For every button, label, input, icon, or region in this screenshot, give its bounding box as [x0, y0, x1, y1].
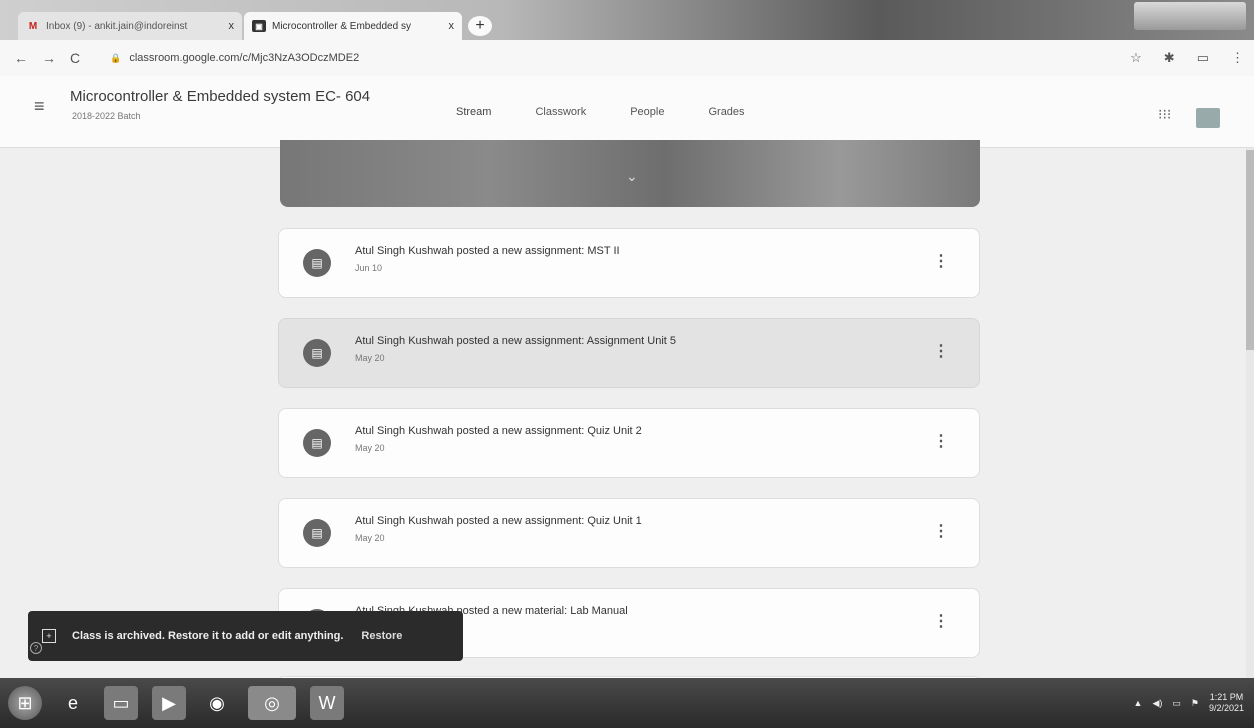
assignment-icon: ▤: [303, 429, 331, 457]
classroom-header: ≡ Microcontroller & Embedded system EC- …: [0, 76, 1254, 148]
tab-people[interactable]: People: [612, 76, 682, 148]
assignment-icon: ▤: [303, 249, 331, 277]
more-options-icon[interactable]: ⋮: [933, 251, 949, 271]
more-vert-icon[interactable]: ⋮: [1231, 50, 1244, 66]
internet-explorer-icon[interactable]: e: [56, 686, 90, 720]
stream-item-text: Atul Singh Kushwah posted a new assignme…: [355, 425, 642, 437]
assignment-icon: ▤: [303, 339, 331, 367]
restore-button[interactable]: Restore: [361, 630, 402, 642]
show-hidden-icons-icon[interactable]: ▲: [1134, 698, 1143, 708]
stream-item-date: May 20: [355, 443, 385, 453]
word-icon[interactable]: W: [310, 686, 344, 720]
system-tray: ▲ ◀) ▭ ⚑ 1:21 PM 9/2/2021: [1134, 692, 1244, 714]
stream-item-text: Atul Singh Kushwah posted a new assignme…: [355, 335, 677, 347]
tab-title: Inbox (9) - ankit.jain@indoreinst: [46, 20, 188, 32]
browser-tab-classroom[interactable]: ▣ Microcontroller & Embedded sy x: [244, 12, 462, 40]
cast-icon[interactable]: ▭: [1197, 50, 1209, 66]
clock[interactable]: 1:21 PM 9/2/2021: [1209, 692, 1244, 714]
flag-icon[interactable]: ⚑: [1191, 698, 1199, 709]
start-button[interactable]: ⊞: [8, 686, 42, 720]
stream-item[interactable]: ▤ Atul Singh Kushwah posted a new assign…: [278, 498, 980, 568]
stream-item-date: Jun 10: [355, 263, 383, 273]
url-field[interactable]: 🔒 classroom.google.com/c/Mjc3NzA3ODczMDE…: [110, 52, 359, 64]
network-icon[interactable]: ▭: [1172, 698, 1181, 709]
back-icon[interactable]: ←: [14, 50, 28, 66]
stream-item[interactable]: ▤ Atul Singh Kushwah posted a new assign…: [278, 228, 980, 298]
forward-icon[interactable]: →: [42, 50, 56, 66]
lock-icon: 🔒: [110, 52, 122, 63]
tab-stream[interactable]: Stream: [438, 76, 509, 148]
help-icon[interactable]: ?: [30, 642, 42, 654]
firefox-icon[interactable]: ◉: [200, 686, 234, 720]
class-subtitle: 2018-2022 Batch: [72, 111, 141, 121]
address-bar-icons: ☆ ✱ ▭ ⋮: [1130, 50, 1244, 66]
clock-time: 1:21 PM: [1209, 692, 1244, 702]
windows-taskbar: ⊞ e ▭ ▶ ◉ ◎ W ▲ ◀) ▭ ⚑ 1:21 PM 9/2/2021: [0, 678, 1254, 728]
tab-title: Microcontroller & Embedded sy: [272, 20, 411, 32]
media-player-icon[interactable]: ▶: [152, 686, 186, 720]
scrollbar-thumb[interactable]: [1246, 150, 1254, 350]
reload-icon[interactable]: C: [70, 50, 80, 66]
url-text: classroom.google.com/c/Mjc3NzA3ODczMDE2: [129, 52, 360, 64]
address-bar: ← → C 🔒 classroom.google.com/c/Mjc3NzA3O…: [0, 40, 1254, 76]
stream-item-date: May 20: [355, 353, 385, 363]
class-title[interactable]: Microcontroller & Embedded system EC- 60…: [70, 88, 370, 105]
archive-icon: +: [42, 629, 56, 643]
stream-item[interactable]: ▤ Atul Singh Kushwah posted a new assign…: [278, 318, 980, 388]
tab-grades[interactable]: Grades: [690, 76, 762, 148]
volume-icon[interactable]: ◀): [1152, 698, 1162, 709]
browser-tab-gmail[interactable]: M Inbox (9) - ankit.jain@indoreinst x: [18, 12, 242, 40]
file-explorer-icon[interactable]: ▭: [104, 686, 138, 720]
close-icon[interactable]: x: [229, 20, 235, 32]
browser-tab-bar: M Inbox (9) - ankit.jain@indoreinst x ▣ …: [0, 0, 1254, 40]
classroom-icon: ▣: [252, 20, 266, 32]
assignment-icon: ▤: [303, 519, 331, 547]
stream-item[interactable]: ▤ Atul Singh Kushwah posted a new assign…: [278, 408, 980, 478]
new-tab-button[interactable]: +: [468, 16, 492, 36]
star-icon[interactable]: ☆: [1130, 50, 1142, 66]
close-icon[interactable]: x: [449, 20, 455, 32]
tab-classwork[interactable]: Classwork: [517, 76, 604, 148]
extension-icon[interactable]: ✱: [1164, 50, 1175, 66]
more-options-icon[interactable]: ⋮: [933, 611, 949, 631]
chevron-down-icon[interactable]: ⌄: [626, 168, 638, 185]
window-controls[interactable]: [1134, 2, 1246, 30]
more-options-icon[interactable]: ⋮: [933, 431, 949, 451]
clock-date: 9/2/2021: [1208, 703, 1244, 713]
class-nav-tabs: Stream Classwork People Grades: [438, 76, 771, 148]
chrome-icon[interactable]: ◎: [248, 686, 296, 720]
gmail-icon: M: [28, 20, 38, 32]
stream-item-date: May 20: [355, 533, 385, 543]
account-avatar[interactable]: [1196, 108, 1220, 128]
stream-item-text: Atul Singh Kushwah posted a new assignme…: [355, 515, 642, 527]
stream-item-text: Atul Singh Kushwah posted a new assignme…: [355, 245, 620, 257]
snackbar-message: Class is archived. Restore it to add or …: [72, 630, 344, 642]
more-options-icon[interactable]: ⋮: [933, 341, 949, 361]
google-apps-icon[interactable]: ⁝⁝⁝: [1158, 106, 1171, 123]
more-options-icon[interactable]: ⋮: [933, 521, 949, 541]
hamburger-menu-icon[interactable]: ≡: [34, 96, 45, 117]
archived-snackbar: + Class is archived. Restore it to add o…: [28, 611, 463, 661]
